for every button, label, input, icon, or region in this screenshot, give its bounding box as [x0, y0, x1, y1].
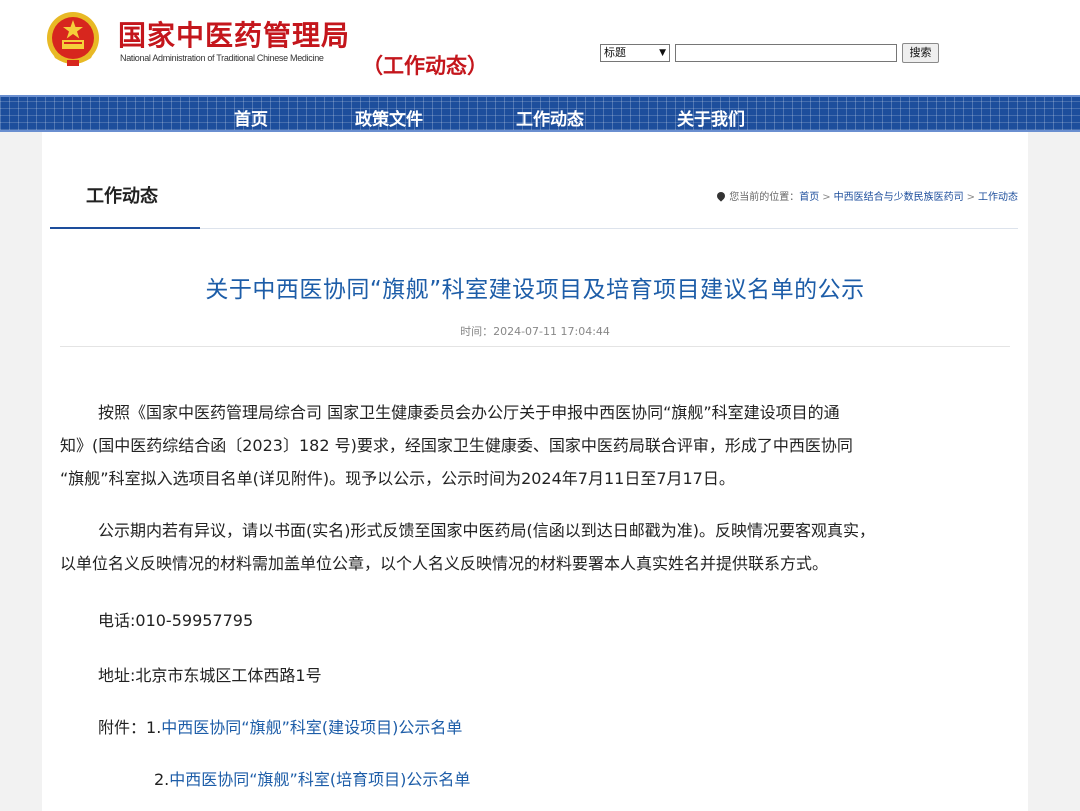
site-header: 国家中医药管理局 National Administration of Trad… [0, 0, 1080, 95]
breadcrumb-current[interactable]: 工作动态 [978, 192, 1018, 203]
attachment-1: 附件：1.中西医协同“旗舰”科室(建设项目)公示名单 [98, 714, 462, 738]
search-button[interactable]: 搜索 [902, 43, 939, 63]
nav-item-about[interactable]: 关于我们 [677, 105, 745, 130]
channel-title: （工作动态） [362, 54, 488, 78]
breadcrumb-separator: > [822, 192, 831, 203]
paragraph-line: 以单位名义反映情况的材料需加盖单位公章，以个人名义反映情况的材料要署本人真实姓名… [60, 554, 829, 573]
search-field-select[interactable]: 标题 ▼ [600, 44, 670, 62]
article-title: 关于中西医协同“旗舰”科室建设项目及培育项目建议名单的公示 [205, 277, 865, 303]
attachment-2: 2.中西医协同“旗舰”科室(培育项目)公示名单 [154, 766, 470, 790]
nav-item-work-news[interactable]: 工作动态 [516, 105, 584, 130]
section-divider [200, 228, 1018, 229]
site-subtitle: National Administration of Traditional C… [120, 53, 324, 63]
attachment-number: 2. [154, 770, 170, 789]
search-select-value: 标题 [604, 46, 626, 59]
section-title: 工作动态 [86, 186, 158, 207]
breadcrumb-department[interactable]: 中西医结合与少数民族医药司 [834, 192, 964, 203]
paragraph-line: 按照《国家中医药管理局综合司 国家卫生健康委员会办公厅关于申报中西医协同“旗舰”… [98, 403, 840, 422]
chevron-down-icon: ▼ [659, 48, 666, 58]
attachment-link-1[interactable]: 中西医协同“旗舰”科室(建设项目)公示名单 [161, 718, 462, 737]
nav-item-policy[interactable]: 政策文件 [355, 105, 423, 130]
national-emblem-icon [47, 12, 99, 66]
paragraph-line: “旗舰”科室拟入选项目名单(详见附件)。现予以公示，公示时间为2024年7月11… [60, 469, 735, 488]
title-divider [60, 346, 1010, 347]
article-timestamp: 时间：2024-07-11 17:04:44 [460, 325, 610, 338]
site-title[interactable]: 国家中医药管理局 [118, 14, 350, 54]
section-tab-underline [50, 227, 200, 229]
attachment-number: 1. [146, 718, 162, 737]
breadcrumb: 您当前的位置：首页 > 中西医结合与少数民族医药司 > 工作动态 [715, 188, 1018, 203]
location-pin-icon [715, 190, 727, 202]
breadcrumb-prefix: 您当前的位置： [729, 192, 800, 203]
search-input[interactable] [675, 44, 897, 62]
attachments-label: 附件： [98, 718, 147, 737]
article-paragraph-2: 公示期内若有异议，请以书面(实名)形式反馈至国家中医药局(信函以到达日邮戳为准)… [60, 514, 1010, 580]
nav-item-home[interactable]: 首页 [234, 105, 268, 130]
contact-phone: 电话:010-59957795 [98, 611, 254, 630]
paragraph-line: 公示期内若有异议，请以书面(实名)形式反馈至国家中医药局(信函以到达日邮戳为准)… [98, 521, 875, 540]
contact-address: 地址:北京市东城区工体西路1号 [98, 666, 322, 685]
paragraph-line: 知》(国中医药综结合函〔2023〕182 号)要求，经国家卫生健康委、国家中医药… [60, 436, 853, 455]
main-nav: 首页 政策文件 工作动态 关于我们 [0, 95, 1080, 132]
attachment-link-2[interactable]: 中西医协同“旗舰”科室(培育项目)公示名单 [169, 770, 470, 789]
breadcrumb-separator: > [966, 192, 975, 203]
article-paragraph-1: 按照《国家中医药管理局综合司 国家卫生健康委员会办公厅关于申报中西医协同“旗舰”… [60, 396, 1010, 495]
breadcrumb-home[interactable]: 首页 [799, 192, 819, 203]
content-card: 工作动态 您当前的位置：首页 > 中西医结合与少数民族医药司 > 工作动态 关于中西医协… [42, 132, 1028, 811]
